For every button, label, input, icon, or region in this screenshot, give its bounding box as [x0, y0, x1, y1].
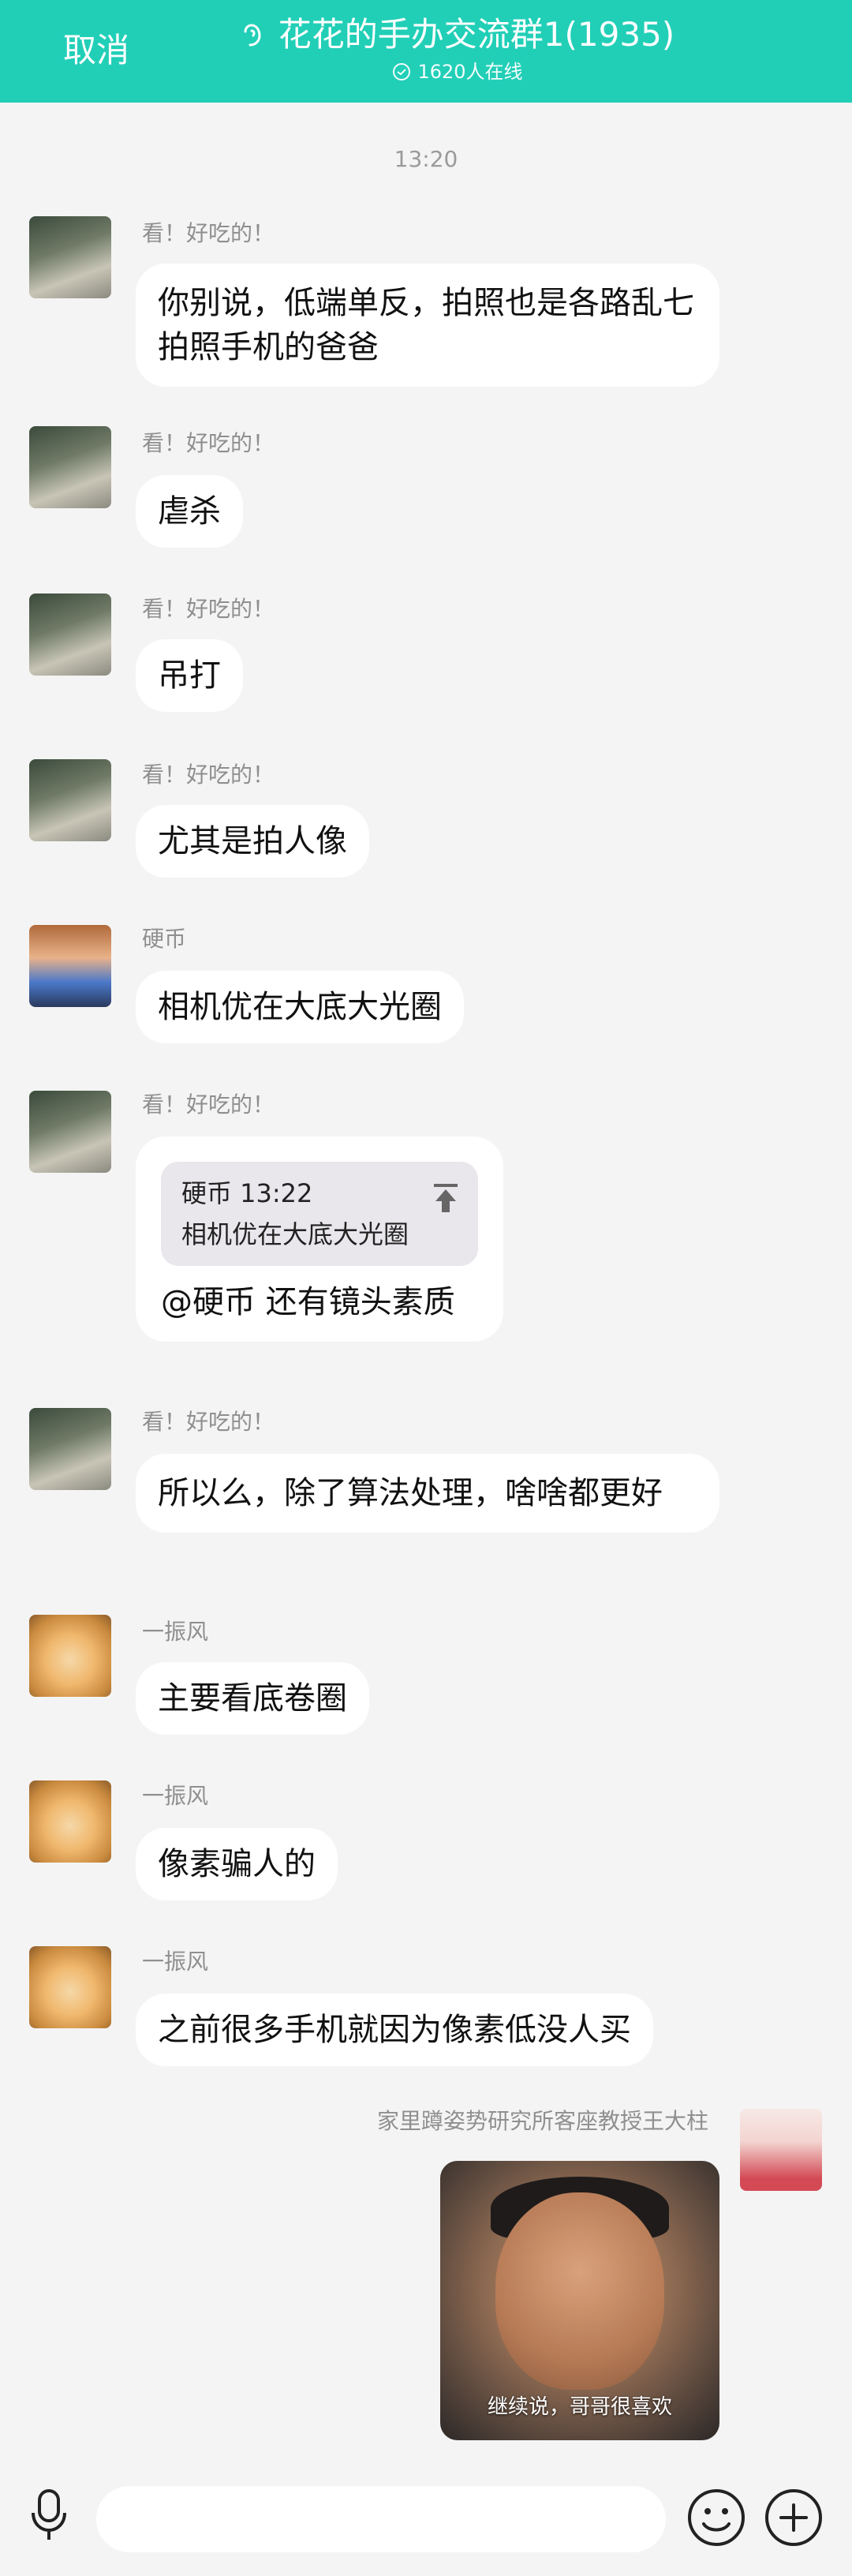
sender-name: 一振风 [142, 1949, 209, 1975]
message-bubble[interactable]: 尤其是拍人像 [136, 805, 369, 878]
cancel-button[interactable]: 取消 [63, 30, 129, 71]
message-bubble[interactable]: 之前很多手机就因为像素低没人买 [136, 1994, 653, 2066]
sticker-caption: 继续说，哥哥很喜欢 [487, 2395, 672, 2419]
avatar-lion[interactable] [29, 1408, 111, 1490]
sender-name: 看！好吃的！ [142, 1409, 275, 1435]
title-row: 花花的手办交流群1(1935) [237, 13, 678, 57]
chat-header: 取消 花花的手办交流群1(1935) 1620人在线 [0, 0, 852, 103]
emoji-icon[interactable] [686, 2488, 746, 2548]
sender-name: 硬币 [142, 926, 187, 952]
quoted-message[interactable]: 硬币 13:22 相机优在大底大光圈 [161, 1162, 478, 1266]
sender-name: 看！好吃的！ [142, 430, 275, 456]
message-bubble[interactable]: 硬币 13:22 相机优在大底大光圈 @硬币 还有镜头素质 [136, 1136, 503, 1342]
message-bubble[interactable]: 吊打 [136, 639, 243, 712]
sender-name: 看！好吃的！ [142, 596, 275, 622]
message-bubble[interactable]: 你别说，低端单反，拍照也是各路乱七拍照手机的爸爸 [136, 264, 719, 387]
sender-name: 看！好吃的！ [142, 762, 275, 788]
message-input[interactable] [96, 2486, 666, 2552]
sender-name: 一振风 [142, 1619, 209, 1645]
sender-name: 看！好吃的！ [142, 220, 275, 246]
earpiece-icon [244, 24, 261, 47]
avatar-cat[interactable] [29, 1615, 111, 1697]
message-bubble[interactable]: 所以么，除了算法处理，啥啥都更好 [136, 1454, 719, 1533]
message-text: @硬币 还有镜头素质 [161, 1284, 455, 1320]
group-title-area[interactable]: 花花的手办交流群1(1935) 1620人在线 [237, 13, 678, 84]
sender-name: 一振风 [142, 1783, 209, 1809]
online-check-icon [393, 63, 411, 80]
message-bubble[interactable]: 像素骗人的 [136, 1828, 338, 1900]
time-divider: 13:20 [394, 146, 458, 172]
quote-header: 硬币 13:22 [181, 1178, 313, 1208]
avatar-lion[interactable] [29, 759, 111, 841]
input-bar [0, 2462, 852, 2576]
avatar-cat[interactable] [29, 1780, 111, 1863]
online-count: 1620人在线 [417, 61, 523, 83]
quote-text: 相机优在大底大光圈 [181, 1219, 409, 1249]
avatar-lion[interactable] [29, 216, 111, 298]
jump-to-top-icon[interactable] [432, 1182, 459, 1214]
self-sender-name: 家里蹲姿势研究所客座教授王大柱 [376, 2108, 708, 2134]
self-avatar[interactable] [740, 2109, 822, 2191]
sender-name: 看！好吃的！ [142, 1091, 275, 1118]
sticker-face [495, 2192, 664, 2390]
sticker-message[interactable]: 继续说，哥哥很喜欢 [440, 2161, 719, 2440]
message-bubble[interactable]: 主要看底卷圈 [136, 1662, 369, 1735]
plus-icon[interactable] [764, 2488, 824, 2548]
avatar-lion[interactable] [29, 593, 111, 676]
online-status: 1620人在线 [237, 60, 678, 84]
group-title: 花花的手办交流群1(1935) [278, 15, 675, 54]
message-bubble[interactable]: 相机优在大底大光圈 [136, 971, 464, 1043]
avatar-lion[interactable] [29, 426, 111, 508]
avatar-lion[interactable] [29, 1091, 111, 1173]
avatar-doll[interactable] [29, 925, 111, 1007]
avatar-cat[interactable] [29, 1946, 111, 2028]
microphone-icon[interactable] [27, 2488, 71, 2544]
message-bubble[interactable]: 虐杀 [136, 475, 243, 548]
